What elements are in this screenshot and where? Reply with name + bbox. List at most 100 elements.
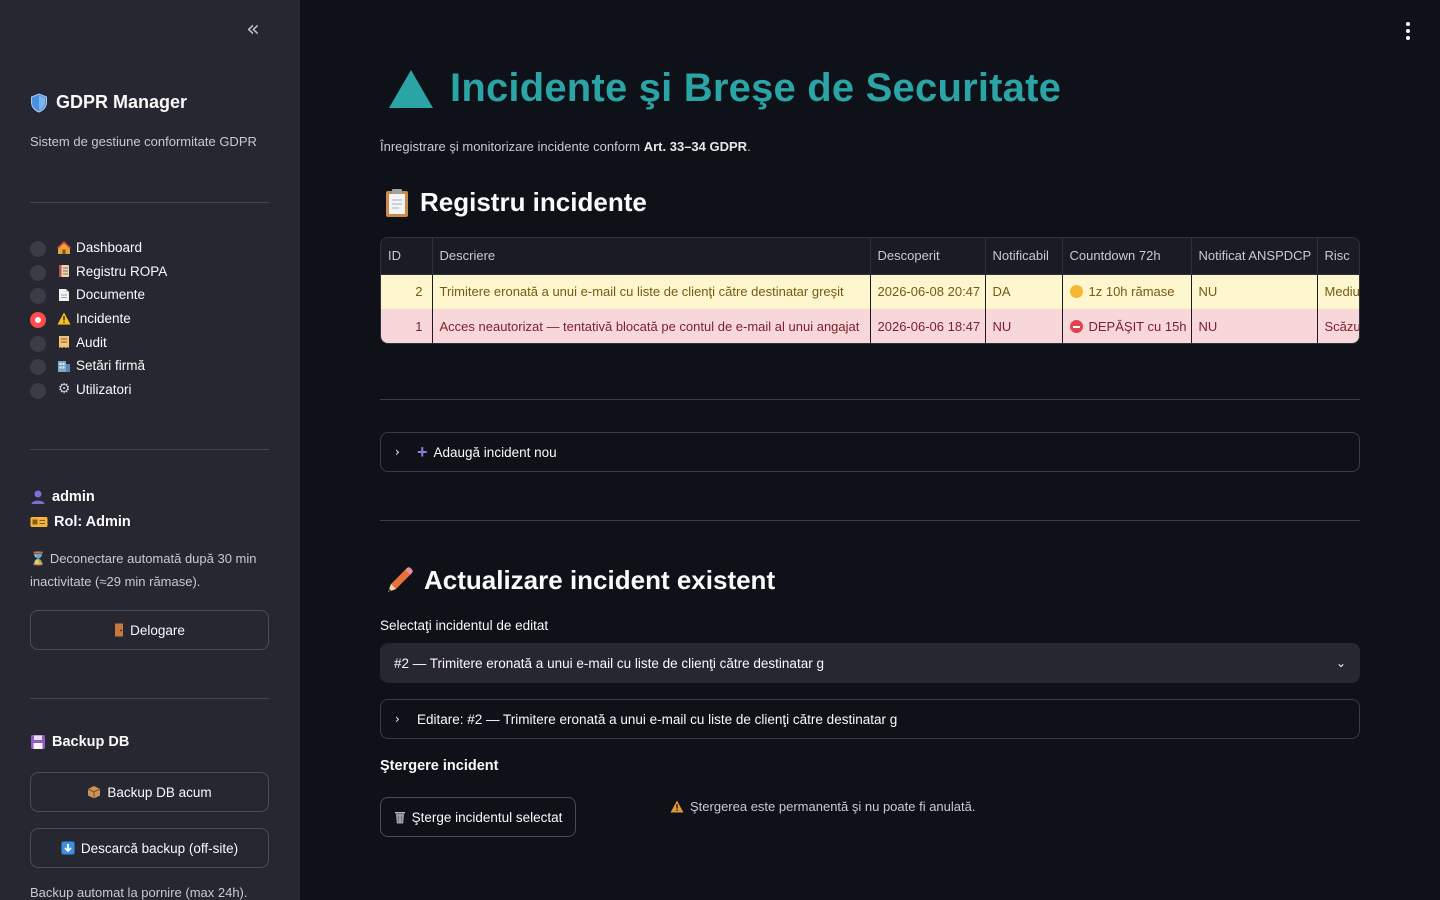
column-header-descriere[interactable]: Descriere <box>432 238 871 275</box>
radio-button[interactable] <box>30 241 46 258</box>
table-row[interactable]: 1 Acces neautorizat — tentativă blocată … <box>381 309 1359 343</box>
page-subtitle: Înregistrare şi monitorizare incidente c… <box>380 139 751 154</box>
shield-icon <box>31 92 47 113</box>
id-card-icon <box>30 516 48 527</box>
select-incident-label: Selectaţi incidentul de editat <box>380 618 549 633</box>
sidebar-item-label: Setări firmă <box>76 358 146 374</box>
column-header-descoperit[interactable]: Descoperit <box>870 238 986 275</box>
column-header-notificat-anspdcp[interactable]: Notificat ANSPDCP <box>1191 238 1318 275</box>
update-heading-text: Actualizare incident existent <box>424 565 776 595</box>
cell-notifiable: DA <box>985 274 1062 309</box>
wastebasket-icon <box>394 812 405 824</box>
column-header-countdown[interactable]: Countdown 72h <box>1062 238 1192 275</box>
countdown-text: DEPĂŞIT cu 15h <box>1088 319 1187 334</box>
incidents-table[interactable]: ID Descriere Descoperit Notificabil Coun… <box>380 237 1360 344</box>
column-header-risc[interactable]: Risc <box>1317 238 1359 275</box>
session-timeout-text: Deconectare automată după 30 min inactiv… <box>30 551 257 589</box>
down-arrow-icon <box>61 841 75 855</box>
countdown-text: 1z 10h rămase <box>1088 284 1175 300</box>
download-backup-button[interactable]: Descarcă backup (off-site) <box>30 828 269 868</box>
user-info: admin Rol: Admin <box>30 484 131 534</box>
sidebar-item-dashboard[interactable]: Dashboard <box>30 236 167 260</box>
chevron-down-icon: ⌄ <box>1335 656 1346 670</box>
sidebar-item-incidente[interactable]: Incidente <box>30 307 167 331</box>
logout-button[interactable]: Delogare <box>30 610 269 650</box>
cell-notified: NU <box>1191 309 1317 343</box>
column-header-id[interactable]: ID <box>381 238 433 275</box>
radio-button-selected[interactable] <box>30 312 46 329</box>
package-icon <box>88 786 101 799</box>
clipboard-icon <box>386 188 408 217</box>
table-header-row: ID Descriere Descoperit Notificabil Coun… <box>381 238 1359 275</box>
subtitle-suffix: . <box>747 139 751 154</box>
sidebar-item-audit[interactable]: Audit <box>30 330 167 354</box>
subtitle-article: Art. 33–34 GDPR <box>643 139 748 154</box>
sidebar-item-registru-ropa[interactable]: Registru ROPA <box>30 260 167 284</box>
registry-heading: Registru incidente <box>384 187 647 218</box>
user-name-line: admin <box>30 484 131 509</box>
sidebar-item-label: Documente <box>76 287 146 303</box>
user-role: Rol: Admin <box>54 513 131 530</box>
sidebar-item-utilizatori[interactable]: ⚙ Utilizatori <box>30 378 167 402</box>
warning-triangle-icon <box>389 69 433 108</box>
house-icon <box>56 240 72 256</box>
select-incident-dropdown[interactable]: #2 — Trimitere eronată a unui e-mail cu … <box>380 643 1360 683</box>
warning-icon <box>56 311 72 327</box>
sidebar: « GDPR Manager Sistem de gestiune confor… <box>0 0 300 900</box>
backup-now-button[interactable]: Backup DB acum <box>30 772 269 812</box>
brand-title: GDPR Manager <box>56 92 188 112</box>
delete-section-title: Ştergere incident <box>380 758 499 774</box>
backup-now-label: Backup DB acum <box>107 784 212 800</box>
receipt-icon <box>56 334 72 350</box>
brand-subtitle: Sistem de gestiune conformitate GDPR <box>30 134 257 149</box>
document-icon <box>56 287 72 303</box>
table-row[interactable]: 2 Trimitere eronată a unui e-mail cu lis… <box>381 274 1359 309</box>
radio-button[interactable] <box>30 382 46 399</box>
yellow-circle-icon <box>1069 285 1083 299</box>
logout-label: Delogare <box>130 622 185 638</box>
collapse-sidebar-icon[interactable]: « <box>242 19 264 42</box>
edit-incident-expander[interactable]: › Editare: #2 — Trimitere eronată a unui… <box>380 699 1360 739</box>
sidebar-item-label: Audit <box>76 334 107 350</box>
cell-description: Acces neautorizat — tentativă blocată pe… <box>432 309 870 343</box>
update-heading: Actualizare incident existent <box>384 565 775 596</box>
section-divider <box>380 399 1360 400</box>
main-menu-icon[interactable] <box>1398 20 1418 42</box>
user-icon <box>31 490 45 504</box>
sidebar-item-setari-firma[interactable]: Setări firmă <box>30 354 167 378</box>
sidebar-item-label: Utilizatori <box>76 381 132 397</box>
delete-incident-label: Şterge incidentul selectat <box>411 809 563 825</box>
radio-button[interactable] <box>30 264 46 281</box>
column-header-notificabil[interactable]: Notificabil <box>985 238 1063 275</box>
cell-discovered: 2026-06-06 18:47 <box>870 309 985 343</box>
add-incident-expander[interactable]: › + Adaugă incident nou <box>380 432 1360 472</box>
cell-id: 1 <box>381 309 432 343</box>
cell-countdown: DEPĂŞIT cu 15h <box>1062 309 1191 343</box>
chevron-right-icon: › <box>395 445 400 459</box>
floppy-disk-icon <box>31 735 45 749</box>
chevron-right-icon: › <box>395 712 400 726</box>
cell-risk: Scăzut <box>1317 309 1359 343</box>
delete-incident-button[interactable]: Şterge incidentul selectat <box>380 797 576 837</box>
select-incident-value: #2 — Trimitere eronată a unui e-mail cu … <box>394 655 824 671</box>
cell-notified: NU <box>1191 274 1317 309</box>
sidebar-divider <box>30 698 269 699</box>
backup-title-text: Backup DB <box>52 734 130 750</box>
cell-description: Trimitere eronată a unui e-mail cu liste… <box>432 274 870 309</box>
user-name: admin <box>52 488 95 505</box>
radio-button[interactable] <box>30 288 46 305</box>
backup-section-title: Backup DB <box>30 734 129 750</box>
radio-button[interactable] <box>30 335 46 352</box>
radio-button[interactable] <box>30 359 46 376</box>
incidents-table-grid: ID Descriere Descoperit Notificabil Coun… <box>381 238 1359 343</box>
cell-notifiable: NU <box>985 309 1062 343</box>
app-root: « GDPR Manager Sistem de gestiune confor… <box>0 0 1440 900</box>
sidebar-item-documente[interactable]: Documente <box>30 283 167 307</box>
brand: GDPR Manager <box>30 92 187 113</box>
sidebar-item-label: Dashboard <box>76 240 143 256</box>
sidebar-item-label: Registru ROPA <box>76 263 168 279</box>
sidebar-nav: Dashboard Registru ROPA Documente Incide… <box>30 236 167 401</box>
office-building-icon <box>56 358 72 374</box>
download-backup-label: Descarcă backup (off-site) <box>80 840 239 856</box>
backup-auto-note: Backup automat la pornire (max 24h). <box>30 885 248 900</box>
